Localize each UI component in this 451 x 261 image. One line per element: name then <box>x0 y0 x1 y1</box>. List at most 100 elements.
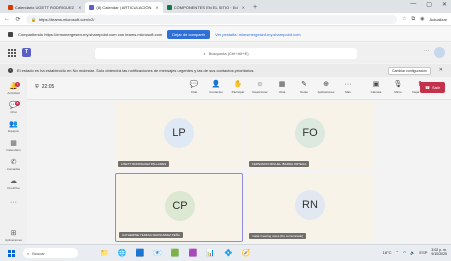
tool-label: Contactos <box>209 90 223 94</box>
mic-button[interactable]: 🎙 Micro <box>389 80 407 94</box>
calendar-icon: ▦ <box>10 140 17 148</box>
view-icon: ▦ <box>278 81 286 88</box>
tab-favicon <box>89 5 95 10</box>
rail-item-label: Equipos <box>8 129 19 134</box>
avatar: FO <box>295 118 325 148</box>
windows-start-icon[interactable] <box>8 249 15 257</box>
tab-label: COMPONENTES EN EL SITIO · Ed <box>173 5 238 10</box>
participant-tile[interactable]: LP LISETT RODRIGUEZ PALLARES <box>115 101 243 170</box>
chat-button[interactable]: 💬 Chat <box>185 80 203 94</box>
taskbar-search-input[interactable]: ⌕ Buscar <box>23 248 78 258</box>
wifi-icon[interactable]: ◠ <box>403 250 407 255</box>
share-banner: Compartiendo https://emomergesen-my.shar… <box>0 27 451 42</box>
browser-tab-1[interactable]: Calendario UGETT RODRIGUEZ ✕ <box>4 2 85 13</box>
participant-name: FERNANDO MIGUEL IBARRA ORTEGA <box>249 161 310 167</box>
react-button[interactable]: ☺ Reaccionar <box>251 80 269 94</box>
tab-favicon <box>8 5 13 10</box>
rail-item-more[interactable]: ··· <box>0 194 27 211</box>
search-input[interactable]: ⌕ Búsqueda (Ctrl+Alt+E) <box>95 48 357 59</box>
hide-banner-link[interactable]: Ver pestaña: mimsmergesinf-my.sharepoint… <box>215 32 301 37</box>
chat-icon: 💬 <box>189 81 199 88</box>
tab-close-icon[interactable]: ✕ <box>155 5 158 10</box>
participant-name: rnalar meeting notes (No comunicado) <box>249 233 307 239</box>
participant-name: LISETT RODRIGUEZ PALLARES <box>118 161 170 167</box>
tool-label: Notas <box>300 90 308 94</box>
camera-button[interactable]: ▣ Cámara <box>367 80 385 94</box>
timer-text: 22:05 <box>41 84 55 90</box>
taskbar-apps: 📁 🌐 🟦 📧 🟩 🟪 📊 💠 🧭 <box>100 249 250 258</box>
tool-label: Micro <box>394 90 402 94</box>
profile-icon[interactable]: ◉ <box>420 16 424 22</box>
browser-tab-2[interactable]: (8) Calendar | ARTICULACIÓN ✕ <box>85 2 163 13</box>
powerpoint-icon[interactable]: 📊 <box>206 249 215 258</box>
extensions-icon[interactable]: ⧉ <box>411 16 415 22</box>
leave-button[interactable]: ☎ Salir <box>420 82 445 93</box>
weather-text[interactable]: 18°C <box>383 250 392 255</box>
browser-tools: ☆ ⧉ ◉ Actualizar <box>402 16 447 22</box>
language-indicator[interactable]: ESP <box>419 250 427 255</box>
url-field[interactable]: 🔒 https://teams.microsoft.com/v2/ <box>26 14 397 24</box>
chevron-up-icon[interactable]: ⌃ <box>396 250 399 255</box>
view-button[interactable]: ▦ Vista <box>273 80 291 94</box>
address-bar: ← ⟳ 🔒 https://teams.microsoft.com/v2/ ☆ … <box>0 13 451 26</box>
clock[interactable]: 3:02 p. m. 9/10/2025 <box>431 248 447 256</box>
rail-item-calls[interactable]: ✆ Llamadas <box>0 157 27 174</box>
close-notification-icon[interactable]: ✕ <box>439 67 443 73</box>
close-window-button[interactable]: ✕ <box>442 1 447 8</box>
people-button[interactable]: 👤 Contactos <box>207 80 225 94</box>
teams-icon: 👥 <box>9 121 18 129</box>
info-icon: i <box>8 68 13 73</box>
browser-tab-3[interactable]: COMPONENTES EN EL SITIO · Ed ✕ <box>163 2 249 13</box>
rail-item-label: OneDrive <box>7 185 20 190</box>
rail-item-apps[interactable]: ⊞ Aplicaciones <box>0 227 27 244</box>
avatar[interactable] <box>434 47 445 58</box>
apps-button[interactable]: ⊕ Aplicaciones <box>317 80 335 94</box>
notes-button[interactable]: ✎ Notas <box>295 80 313 94</box>
phone-hangup-icon: ☎ <box>425 85 430 90</box>
minimize-button[interactable]: — <box>410 1 416 8</box>
star-icon[interactable]: ☆ <box>402 16 406 22</box>
excel-icon[interactable]: 🟩 <box>171 249 180 258</box>
edge-icon[interactable]: 💠 <box>224 249 233 258</box>
new-tab-button[interactable]: + <box>249 2 261 13</box>
rail-item-calendar[interactable]: ▦ Calendario <box>0 138 27 155</box>
more-button[interactable]: ··· Más <box>339 80 357 94</box>
refresh-icon[interactable]: ⟳ <box>15 16 21 23</box>
stop-sharing-button[interactable]: Dejar de compartir <box>167 29 211 39</box>
file-explorer-icon[interactable]: 📁 <box>100 249 109 258</box>
teams-header: T ⌕ Búsqueda (Ctrl+Alt+E) ··· <box>0 43 451 63</box>
tool-label: Participar <box>231 90 245 94</box>
cloud-icon: ☁ <box>10 177 17 185</box>
screen: Calendario UGETT RODRIGUEZ ✕ (8) Calenda… <box>0 0 451 261</box>
rail-item-label: Calendario <box>6 148 21 153</box>
search-icon: ⌕ <box>203 51 206 56</box>
change-settings-button[interactable]: Cambiar configuración <box>387 67 431 75</box>
participant-tile[interactable]: CP CATHERINE TERESA FERNANDEZ PEÑA <box>115 173 243 242</box>
update-button[interactable]: Actualizar <box>429 17 447 22</box>
teams-app-icon[interactable]: 🟪 <box>189 249 198 258</box>
browser-icon[interactable]: 🌐 <box>118 249 127 258</box>
store-icon[interactable]: 🟦 <box>135 249 144 258</box>
participant-tile[interactable]: FO FERNANDO MIGUEL IBARRA ORTEGA <box>246 101 374 170</box>
chrome-icon[interactable]: 🧭 <box>242 249 251 258</box>
screen-share-icon <box>8 31 13 37</box>
app-launcher-icon[interactable] <box>8 49 16 57</box>
rail-item-teams[interactable]: 👥 Equipos <box>0 119 27 136</box>
rail-item-activity[interactable]: 🔔 1 Actividad <box>0 81 27 98</box>
tab-close-icon[interactable]: ✕ <box>78 5 81 10</box>
raise-hand-button[interactable]: ✋ Participar <box>229 80 247 94</box>
teams-logo: T <box>22 48 31 57</box>
tab-label: (8) Calendar | ARTICULACIÓN <box>96 5 152 10</box>
rail-item-onedrive[interactable]: ☁ OneDrive <box>0 175 27 192</box>
rail-item-chat[interactable]: 💬 8 Chat <box>0 100 27 117</box>
tab-favicon <box>166 5 172 10</box>
more-options-icon[interactable]: ··· <box>424 48 429 54</box>
tab-close-icon[interactable]: ✕ <box>242 5 245 10</box>
raise-hand-icon: ✋ <box>233 81 243 88</box>
maximize-button[interactable]: ▢ <box>426 1 432 8</box>
mail-icon[interactable]: 📧 <box>153 249 162 258</box>
shield-icon: ⛨ <box>35 84 39 90</box>
speaker-icon[interactable]: 🔈 <box>410 250 415 255</box>
back-icon[interactable]: ← <box>4 16 10 22</box>
participant-tile[interactable]: RN rnalar meeting notes (No comunicado) <box>246 173 374 242</box>
